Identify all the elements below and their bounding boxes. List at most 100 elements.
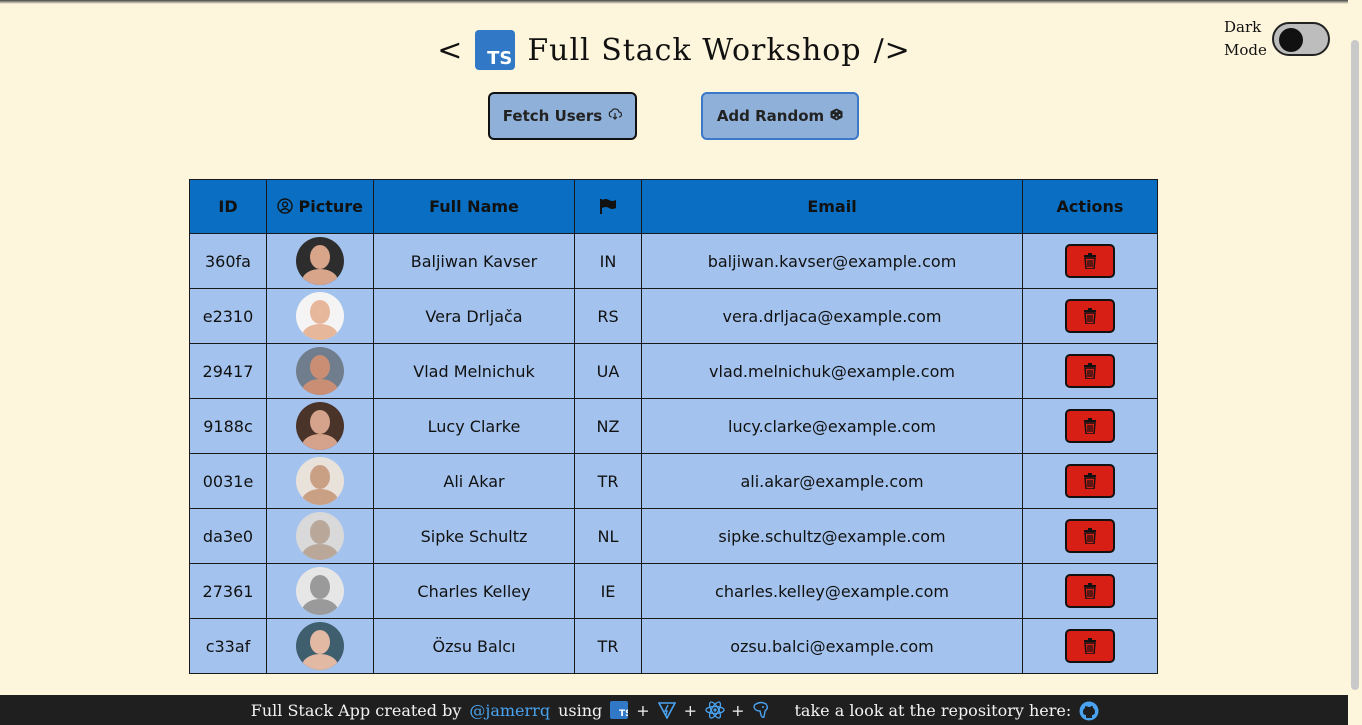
footer-using-text: using	[558, 700, 603, 720]
cell-nationality: IE	[574, 563, 642, 619]
header-nationality	[574, 179, 642, 234]
typescript-icon: TS	[610, 701, 632, 719]
dark-mode-control: Dark Mode	[1224, 16, 1330, 62]
delete-button[interactable]	[1065, 244, 1115, 278]
table-header-row: ID Picture Full Name Email Actions	[189, 179, 1158, 234]
cell-actions	[1022, 288, 1158, 344]
avatar-body	[302, 489, 338, 505]
vite-icon	[657, 701, 676, 720]
cell-full-name: Baljiwan Kavser	[373, 233, 575, 289]
cell-picture	[266, 343, 374, 399]
fetch-users-button[interactable]: Fetch Users	[488, 92, 637, 140]
avatar-body	[302, 544, 338, 560]
cell-email: vlad.melnichuk@example.com	[641, 343, 1023, 399]
app-page: < TS Full Stack Workshop /> Dark Mode Fe…	[0, 0, 1362, 725]
delete-button[interactable]	[1065, 299, 1115, 333]
avatar-head	[310, 410, 330, 434]
avatar-head	[310, 520, 330, 544]
fetch-users-label: Fetch Users	[502, 107, 603, 125]
delete-button[interactable]	[1065, 519, 1115, 553]
cell-picture	[266, 398, 374, 454]
cell-full-name: Ali Akar	[373, 453, 575, 509]
cell-full-name: Özsu Balcı	[373, 618, 575, 674]
delete-button[interactable]	[1065, 574, 1115, 608]
flag-icon	[599, 197, 617, 216]
table-row: da3e0 Sipke Schultz NL sipke.schultz@exampl…	[189, 508, 1158, 564]
avatar-head	[310, 300, 330, 324]
delete-button[interactable]	[1065, 354, 1115, 388]
cell-nationality: IN	[574, 233, 642, 289]
cell-nationality: UA	[574, 343, 642, 399]
cell-full-name: Vlad Melnichuk	[373, 343, 575, 399]
avatar-body	[302, 379, 338, 395]
cell-id: c33af	[189, 618, 267, 674]
trash-icon	[1084, 418, 1096, 435]
trash-icon	[1084, 473, 1096, 490]
avatar-body	[302, 654, 338, 670]
cell-actions	[1022, 343, 1158, 399]
add-random-button[interactable]: Add Random	[701, 92, 859, 140]
vertical-scrollbar[interactable]	[1348, 0, 1362, 725]
cell-nationality: TR	[574, 453, 642, 509]
table-row: 27361 Charles Kelley IE charles.kelley@exam…	[189, 563, 1158, 619]
react-icon	[705, 701, 725, 719]
dark-mode-label-line1: Dark	[1224, 18, 1262, 36]
cell-nationality: RS	[574, 288, 642, 344]
trash-icon	[1084, 638, 1096, 655]
cell-actions	[1022, 233, 1158, 289]
cell-full-name: Lucy Clarke	[373, 398, 575, 454]
page-title: Full Stack Workshop	[527, 32, 862, 68]
toggle-knob	[1279, 28, 1303, 52]
cell-email: ozsu.balci@example.com	[641, 618, 1023, 674]
github-icon[interactable]	[1079, 701, 1099, 721]
avatar-body	[302, 434, 338, 450]
dark-mode-toggle[interactable]	[1272, 22, 1330, 56]
cell-email: sipke.schultz@example.com	[641, 508, 1023, 564]
footer-plus-1: +	[636, 700, 650, 720]
cell-id: 360fa	[189, 233, 267, 289]
cell-actions	[1022, 508, 1158, 564]
trash-icon	[1084, 363, 1096, 380]
page-header: < TS Full Stack Workshop />	[0, 30, 1348, 70]
trash-icon	[1084, 308, 1096, 325]
cell-id: e2310	[189, 288, 267, 344]
cell-picture	[266, 233, 374, 289]
header-picture: Picture	[266, 179, 374, 234]
table-row: 360fa Baljiwan Kavser IN baljiwan.kavser@ex…	[189, 233, 1158, 289]
avatar	[296, 512, 344, 560]
dark-mode-label: Dark Mode	[1224, 16, 1268, 62]
cell-nationality: TR	[574, 618, 642, 674]
cloud-download-icon	[608, 108, 623, 124]
users-table: ID Picture Full Name Email Actions 360fa…	[189, 179, 1158, 674]
scrollbar-thumb[interactable]	[1351, 40, 1359, 690]
cell-picture	[266, 618, 374, 674]
cell-full-name: Sipke Schultz	[373, 508, 575, 564]
open-bracket: <	[437, 32, 464, 68]
cell-nationality: NZ	[574, 398, 642, 454]
trash-icon	[1084, 528, 1096, 545]
avatar	[296, 457, 344, 505]
dice-icon	[830, 108, 843, 125]
cell-email: lucy.clarke@example.com	[641, 398, 1023, 454]
footer-plus-3: +	[731, 700, 745, 720]
user-circle-icon	[277, 197, 299, 216]
cell-email: baljiwan.kavser@example.com	[641, 233, 1023, 289]
cell-picture	[266, 508, 374, 564]
cell-actions	[1022, 618, 1158, 674]
delete-button[interactable]	[1065, 409, 1115, 443]
table-row: e2310 Vera Drljača RS vera.drljaca@example.…	[189, 288, 1158, 344]
cell-id: 0031e	[189, 453, 267, 509]
trash-icon	[1084, 253, 1096, 270]
avatar	[296, 567, 344, 615]
table-row: 0031e Ali Akar TR ali.akar@example.com	[189, 453, 1158, 509]
cell-actions	[1022, 563, 1158, 619]
postgresql-icon	[752, 701, 770, 719]
author-link[interactable]: @jamerrq	[469, 701, 550, 720]
cell-full-name: Vera Drljača	[373, 288, 575, 344]
delete-button[interactable]	[1065, 464, 1115, 498]
footer-repo-text: take a look at the repository here:	[794, 700, 1072, 720]
delete-button[interactable]	[1065, 629, 1115, 663]
footer: Full Stack App created by @jamerrq using…	[0, 695, 1348, 725]
cell-email: charles.kelley@example.com	[641, 563, 1023, 619]
cell-id: 9188c	[189, 398, 267, 454]
